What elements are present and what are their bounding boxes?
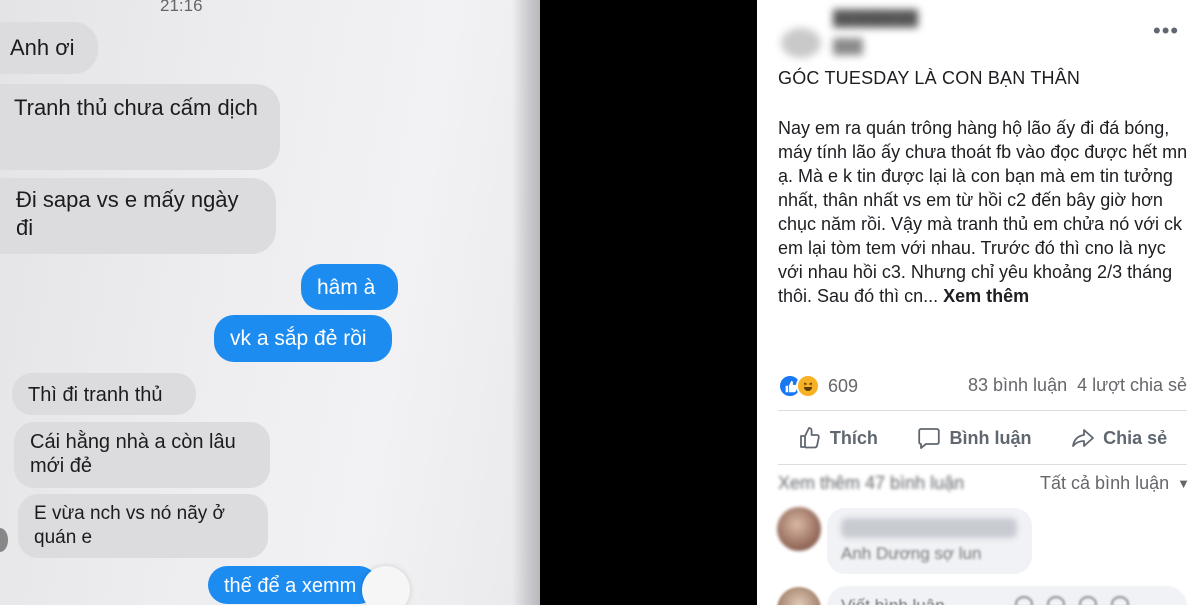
view-more-comments-link[interactable]: Xem thêm 47 bình luận — [778, 473, 964, 494]
share-count-link[interactable]: 4 lượt chia sẻ — [1077, 375, 1187, 395]
floating-circle-button[interactable] — [362, 566, 410, 605]
gif-icon[interactable] — [1079, 596, 1097, 605]
post-stats: 83 bình luận 4 lượt chia sẻ — [968, 375, 1187, 396]
emoji-icon[interactable] — [1015, 596, 1033, 605]
comments-header: Xem thêm 47 bình luận Tất cả bình luận ▼ — [778, 473, 1190, 497]
caret-down-icon: ▼ — [1177, 476, 1190, 491]
message-incoming: Tranh thủ chưa cấm dịch — [0, 84, 280, 170]
comment-text: Anh Dương sợ lun — [841, 544, 982, 563]
author-avatar[interactable] — [781, 28, 821, 58]
post-body-text: Nay em ra quán trông hàng hộ lão ấy đi đ… — [778, 118, 1188, 306]
more-options-icon[interactable]: ••• — [1153, 20, 1179, 42]
current-user-avatar — [777, 587, 821, 605]
reaction-count: 609 — [828, 375, 859, 396]
thumbs-up-icon — [799, 427, 820, 449]
message-incoming: Thì đi tranh thủ — [12, 373, 196, 415]
divider — [778, 464, 1187, 465]
share-button[interactable]: Chia sẻ — [1071, 426, 1167, 450]
commenter-avatar[interactable] — [777, 507, 821, 551]
chat-screenshot-photo: 21:16 Anh ơi Tranh thủ chưa cấm dịch Đi … — [0, 0, 540, 605]
comment-button[interactable]: Bình luận — [917, 426, 1031, 450]
share-label: Chia sẻ — [1103, 427, 1168, 448]
post-meta-redacted: ███ — [833, 38, 863, 54]
message-outgoing: vk a sắp đẻ rồi — [214, 315, 392, 362]
like-button[interactable]: Thích — [798, 426, 878, 450]
message-incoming: E vừa nch vs nó nãy ở quán e — [18, 494, 268, 558]
post-title: GÓC TUESDAY LÀ CON BẠN THÂN — [778, 68, 1081, 88]
author-name-redacted[interactable]: ████████ — [833, 10, 918, 27]
see-more-link[interactable]: Xem thêm — [943, 286, 1029, 306]
post-body: Nay em ra quán trông hàng hộ lão ấy đi đ… — [778, 116, 1192, 308]
message-incoming: Đi sapa vs e mấy ngày đi — [0, 178, 276, 254]
chat-timestamp: 21:16 — [160, 0, 203, 15]
composer-tools — [1015, 596, 1129, 605]
haha-reaction-icon — [796, 374, 820, 398]
comment-filter-dropdown[interactable]: Tất cả bình luận ▼ — [1040, 473, 1190, 494]
comment-bubble: Anh Dương sợ lun — [827, 508, 1032, 574]
reactions-summary[interactable]: 609 — [778, 373, 858, 399]
facebook-post: ████████ ███ ••• GÓC TUESDAY LÀ CON BẠN … — [757, 0, 1201, 605]
divider — [778, 410, 1187, 411]
comment-input[interactable] — [827, 586, 1187, 605]
message-incoming: Anh ơi — [0, 22, 98, 74]
camera-icon[interactable] — [1047, 596, 1065, 605]
comment-label: Bình luận — [949, 427, 1032, 448]
like-label: Thích — [829, 427, 878, 448]
comment-count-link[interactable]: 83 bình luận — [968, 375, 1067, 395]
comment-icon — [918, 428, 941, 449]
comment-filter-label: Tất cả bình luận — [1040, 473, 1170, 493]
commenter-name-redacted[interactable] — [841, 518, 1017, 538]
post-actions-bar: Thích Bình luận Chia sẻ — [778, 420, 1187, 456]
message-incoming: Cái hằng nhà a còn lâu mới đẻ — [14, 422, 270, 488]
screen-edge-shadow — [512, 0, 540, 605]
sender-avatar — [0, 528, 8, 552]
message-outgoing: hâm à — [301, 264, 398, 310]
sticker-icon[interactable] — [1111, 596, 1129, 605]
share-icon — [1072, 429, 1095, 447]
message-outgoing: thế để a xemm — [208, 566, 378, 604]
